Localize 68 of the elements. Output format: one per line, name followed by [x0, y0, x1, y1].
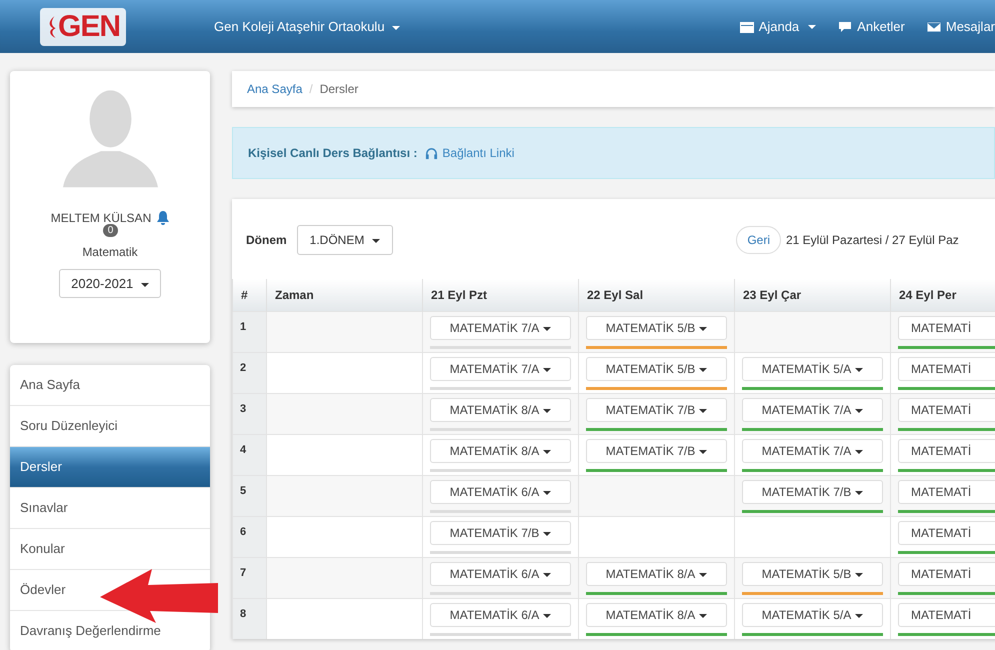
column-header: 22 Eyl Sal: [578, 279, 734, 312]
row-number: 6: [240, 526, 246, 538]
notification-count: 0: [102, 224, 118, 237]
row-number: 3: [240, 403, 246, 415]
lesson-dropdown[interactable]: MATEMATİ: [898, 357, 995, 381]
lesson-dropdown[interactable]: MATEMATİK 8/A: [430, 398, 571, 422]
row-number: 2: [240, 362, 246, 374]
column-header: #: [232, 279, 266, 312]
column-header: 21 Eyl Pzt: [422, 279, 578, 312]
lesson-dropdown[interactable]: MATEMATİK 7/A: [742, 439, 883, 463]
row-number: 5: [240, 485, 246, 497]
row-number: 1: [240, 321, 246, 333]
breadcrumb-separator: /: [309, 82, 313, 96]
date-range: 21 Eylül Pazartesi / 27 Eylül Paz: [786, 233, 960, 247]
column-header: 24 Eyl Per: [890, 279, 995, 312]
headphones-icon: [425, 146, 438, 160]
nav-link[interactable]: Ajanda: [740, 19, 816, 34]
menu-item[interactable]: Sınavlar: [10, 488, 210, 529]
year-dropdown[interactable]: 2020-2021: [59, 269, 161, 298]
lesson-dropdown[interactable]: MATEMATİ: [898, 603, 995, 627]
alert-label: Kişisel Canlı Ders Bağlantısı :: [248, 146, 418, 160]
lesson-dropdown[interactable]: MATEMATİ: [898, 562, 995, 586]
calendar-icon: [740, 20, 754, 32]
mail-icon: [926, 20, 941, 32]
breadcrumb-link[interactable]: Ana Sayfa: [247, 82, 302, 96]
lesson-dropdown[interactable]: MATEMATİK 8/A: [586, 603, 727, 627]
lesson-dropdown[interactable]: MATEMATİK 5/A: [742, 357, 883, 381]
lesson-dropdown[interactable]: MATEMATİK 7/A: [430, 357, 571, 381]
lesson-dropdown[interactable]: MATEMATİ: [898, 521, 995, 545]
lesson-dropdown[interactable]: MATEMATİK 5/B: [586, 357, 727, 381]
lesson-dropdown[interactable]: MATEMATİK 7/B: [586, 439, 727, 463]
lesson-dropdown[interactable]: MATEMATİ: [898, 398, 995, 422]
column-header: 23 Eyl Çar: [734, 279, 890, 312]
lesson-dropdown[interactable]: MATEMATİ: [898, 480, 995, 504]
lesson-dropdown[interactable]: MATEMATİK 7/A: [742, 398, 883, 422]
lesson-dropdown[interactable]: MATEMATİK 6/A: [430, 603, 571, 627]
row-number: 4: [240, 444, 246, 456]
menu-item[interactable]: Dersler: [10, 447, 210, 488]
bell-icon[interactable]: [157, 211, 170, 225]
term-label: Dönem: [246, 233, 287, 247]
school-dropdown[interactable]: Gen Koleji Ataşehir Ortaokulu: [214, 19, 400, 34]
term-dropdown[interactable]: 1.DÖNEM: [296, 225, 393, 255]
lesson-dropdown[interactable]: MATEMATİK 6/A: [430, 562, 571, 586]
nav-link[interactable]: Mesajlar: [926, 19, 995, 34]
lesson-dropdown[interactable]: MATEMATİK 6/A: [430, 480, 571, 504]
lesson-dropdown[interactable]: MATEMATİK 7/A: [430, 316, 571, 340]
lesson-dropdown[interactable]: MATEMATİK 7/B: [586, 398, 727, 422]
back-button[interactable]: Geri: [736, 226, 781, 254]
lesson-dropdown[interactable]: MATEMATİ: [898, 439, 995, 463]
lesson-dropdown[interactable]: MATEMATİ: [898, 316, 995, 340]
user-name: MELTEM KÜLSAN: [50, 211, 152, 225]
lesson-dropdown[interactable]: MATEMATİK 8/A: [430, 439, 571, 463]
nav-link[interactable]: Anketler: [838, 19, 905, 34]
row-number: 7: [240, 567, 246, 579]
lesson-dropdown[interactable]: MATEMATİK 7/B: [742, 480, 883, 504]
lesson-dropdown[interactable]: MATEMATİK 8/A: [586, 562, 727, 586]
chat-icon: [838, 20, 852, 32]
menu-item[interactable]: Konular: [10, 529, 210, 570]
school-logo[interactable]: GEN: [40, 8, 126, 46]
column-header: Zaman: [266, 279, 422, 312]
lesson-dropdown[interactable]: MATEMATİK 5/B: [742, 562, 883, 586]
subject-label: Matematik: [82, 245, 138, 259]
lesson-dropdown[interactable]: MATEMATİK 5/A: [742, 603, 883, 627]
menu-item[interactable]: Ana Sayfa: [10, 365, 210, 406]
lesson-dropdown[interactable]: MATEMATİK 7/B: [430, 521, 571, 545]
lesson-dropdown[interactable]: MATEMATİK 5/B: [586, 316, 727, 340]
row-number: 8: [240, 608, 246, 620]
breadcrumb-link[interactable]: Dersler: [320, 82, 358, 96]
